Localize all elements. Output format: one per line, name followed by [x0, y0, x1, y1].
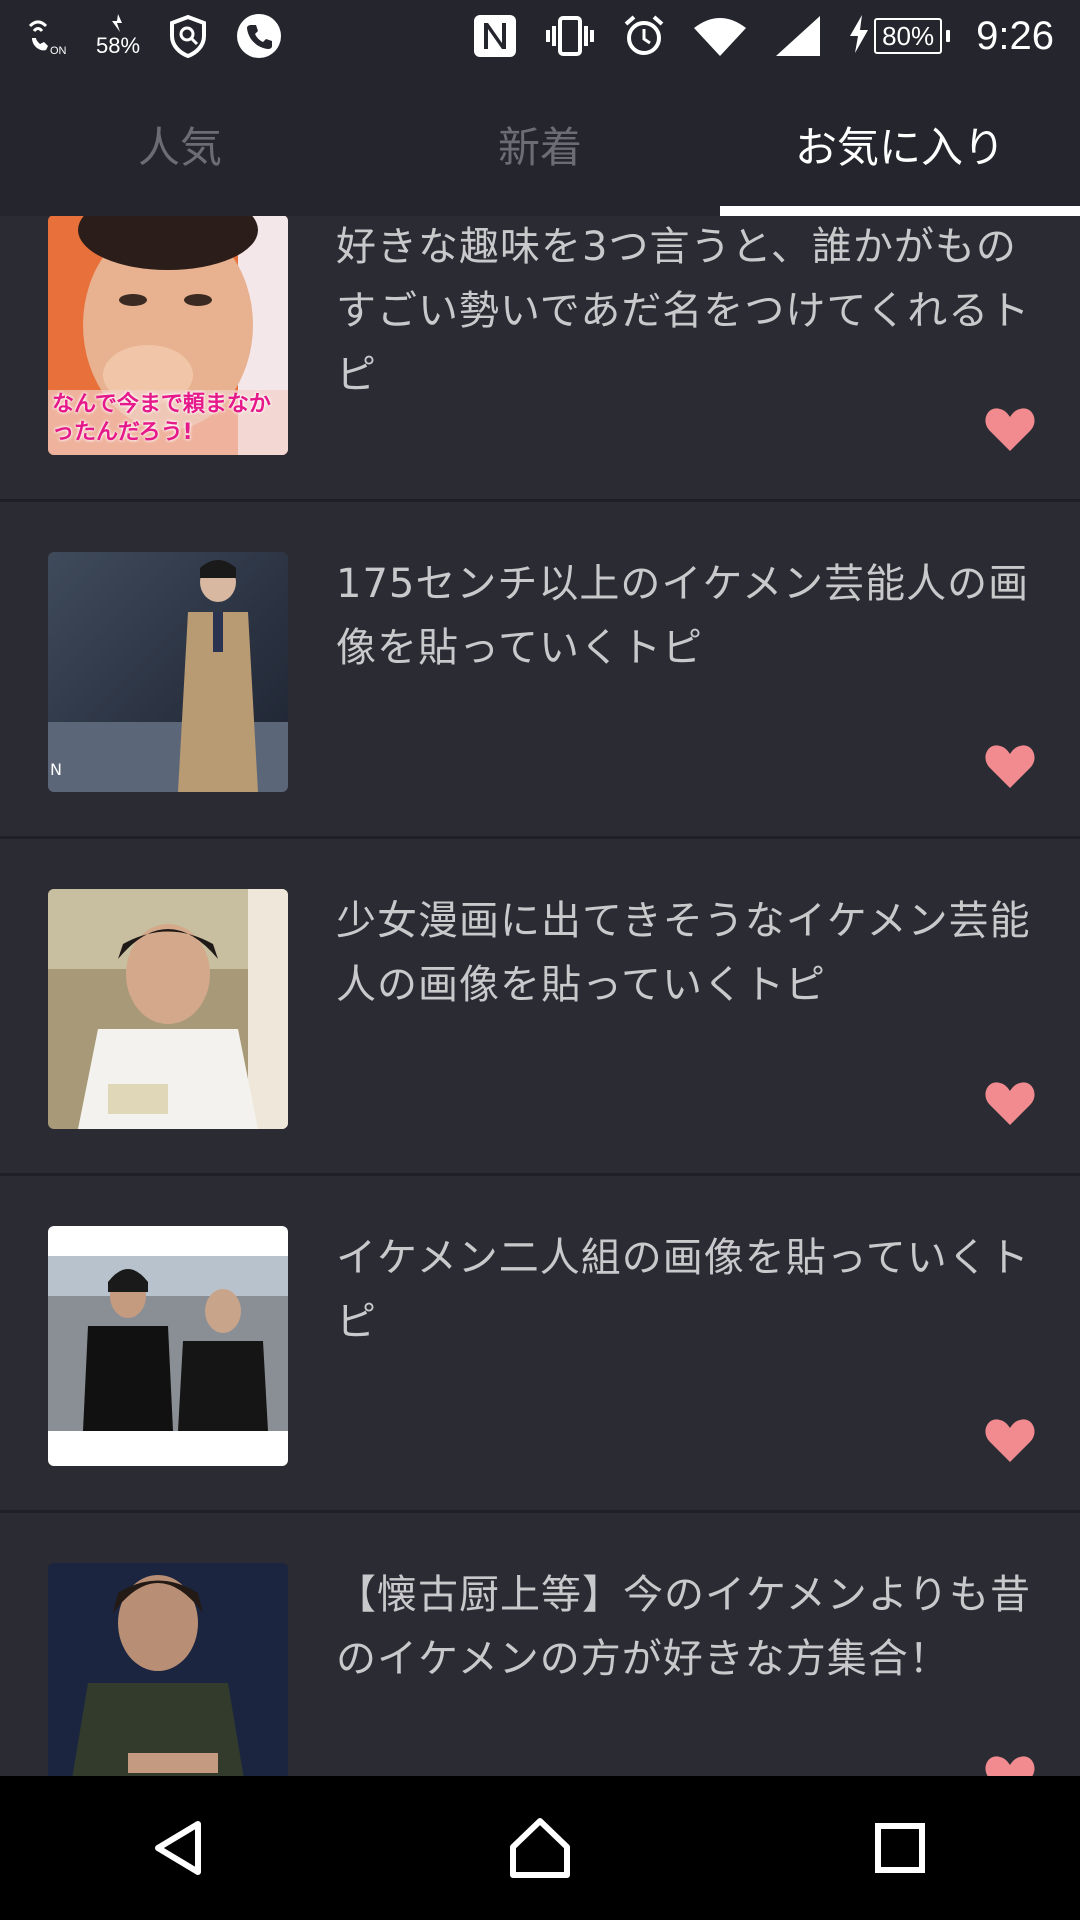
- tab-favorites[interactable]: お気に入り: [720, 72, 1080, 216]
- heart-icon[interactable]: [984, 742, 1036, 790]
- nfc-icon: [472, 13, 518, 59]
- home-button[interactable]: [480, 1788, 600, 1908]
- heart-icon[interactable]: [984, 1079, 1036, 1127]
- list-item[interactable]: なんで今まで頼まなかったんだろう! 好きな趣味を3つ言うと、誰かがものすごい勢い…: [0, 216, 1080, 502]
- topic-title: 少女漫画に出てきそうなイケメン芸能人の画像を貼っていくトピ: [336, 898, 1031, 1008]
- topic-thumbnail: [48, 1563, 288, 1776]
- wifi-icon: [692, 14, 748, 58]
- tab-popular[interactable]: 人気: [0, 72, 360, 216]
- clock: 9:26: [976, 13, 1054, 58]
- topic-list[interactable]: なんで今まで頼まなかったんだろう! 好きな趣味を3つ言うと、誰かがものすごい勢い…: [0, 216, 1080, 1776]
- topic-title: 175センチ以上のイケメン芸能人の画像を貼っていくトピ: [336, 561, 1030, 671]
- list-item[interactable]: N 175センチ以上のイケメン芸能人の画像を貼っていくトピ: [0, 502, 1080, 839]
- heart-icon[interactable]: [984, 1753, 1036, 1776]
- battery-indicator: 80%: [848, 14, 951, 58]
- signal-icon: [774, 14, 822, 58]
- phone-icon: [236, 13, 282, 59]
- heart-icon[interactable]: [984, 1416, 1036, 1464]
- topic-title: イケメン二人組の画像を貼っていくトピ: [336, 1235, 1030, 1345]
- list-item[interactable]: 少女漫画に出てきそうなイケメン芸能人の画像を貼っていくトピ: [0, 839, 1080, 1176]
- vibrate-icon: [544, 14, 596, 58]
- list-item[interactable]: 【懐古厨上等】今のイケメンよりも昔のイケメンの方が好きな方集合！: [0, 1513, 1080, 1776]
- shield-icon: [166, 14, 210, 58]
- alarm-icon: [622, 14, 666, 58]
- tab-bar: 人気 新着 お気に入り: [0, 72, 1080, 216]
- back-icon: [155, 1821, 201, 1875]
- recents-icon: [875, 1823, 925, 1873]
- battery-level: 80%: [874, 18, 943, 54]
- home-icon: [510, 1818, 570, 1878]
- navigation-bar: [0, 1776, 1080, 1920]
- status-bar: ON 58% 80% 9:26: [0, 0, 1080, 72]
- topic-title: 【懐古厨上等】今のイケメンよりも昔のイケメンの方が好きな方集合！: [336, 1572, 1031, 1682]
- topic-thumbnail: N: [48, 552, 288, 792]
- thumbnail-caption: N: [50, 760, 62, 779]
- topic-thumbnail: [48, 1226, 288, 1466]
- charging-icon: [848, 14, 870, 58]
- topic-thumbnail: なんで今まで頼まなかったんだろう!: [48, 216, 288, 455]
- recents-button[interactable]: [840, 1788, 960, 1908]
- wifi-calling-on-icon: ON: [26, 16, 70, 56]
- heart-icon[interactable]: [984, 405, 1036, 453]
- data-percent: 58%: [96, 33, 141, 58]
- data-saver-icon: 58%: [96, 13, 140, 59]
- topic-title: 好きな趣味を3つ言うと、誰かがものすごい勢いであだ名をつけてくれるトピ: [336, 224, 1031, 398]
- tab-new[interactable]: 新着: [360, 72, 720, 216]
- thumbnail-caption: なんで今まで頼まなかったんだろう!: [52, 392, 271, 445]
- back-button[interactable]: [120, 1788, 240, 1908]
- list-item[interactable]: イケメン二人組の画像を貼っていくトピ: [0, 1176, 1080, 1513]
- svg-text:ON: ON: [50, 45, 67, 56]
- topic-thumbnail: [48, 889, 288, 1129]
